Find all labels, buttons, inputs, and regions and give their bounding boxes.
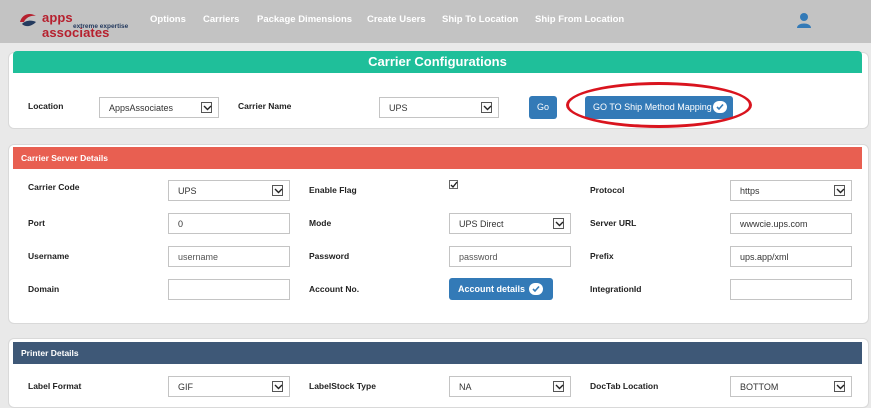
top-navbar: apps associates extreme expertise Option…	[0, 0, 871, 43]
label-format-value: GIF	[178, 382, 193, 392]
chevron-down-icon	[272, 381, 283, 392]
enable-flag-label: Enable Flag	[309, 185, 357, 195]
protocol-value: https	[740, 186, 760, 196]
nav-ship-to-location[interactable]: Ship To Location	[442, 14, 518, 25]
go-button[interactable]: Go	[529, 96, 557, 119]
password-placeholder: password	[459, 252, 498, 262]
printer-details-title: Printer Details	[21, 348, 79, 358]
chevron-down-icon	[481, 102, 492, 113]
carrier-config-panel: Carrier Configurations Location AppsAsso…	[8, 51, 869, 129]
mode-label: Mode	[309, 218, 332, 228]
location-select[interactable]: AppsAssociates	[99, 97, 219, 118]
nav-carriers[interactable]: Carriers	[203, 14, 239, 25]
labelstock-type-select[interactable]: NA	[449, 376, 571, 397]
highlight-ellipse	[566, 82, 752, 128]
port-input[interactable]: 0	[168, 213, 290, 234]
carrier-server-panel: Carrier Server Details Carrier Code UPS …	[8, 144, 869, 324]
printer-details-panel: Printer Details Label Format GIF LabelSt…	[8, 338, 869, 408]
chevron-down-icon	[834, 381, 845, 392]
mode-value: UPS Direct	[459, 219, 504, 229]
doctab-location-select[interactable]: BOTTOM	[730, 376, 852, 397]
integration-id-label: IntegrationId	[590, 284, 642, 294]
account-details-button[interactable]: Account details	[449, 278, 553, 300]
server-url-label: Server URL	[590, 218, 637, 228]
enable-flag-checkbox[interactable]	[449, 180, 458, 189]
check-icon	[529, 283, 543, 295]
port-label: Port	[28, 218, 45, 228]
domain-input[interactable]	[168, 279, 290, 300]
chevron-down-icon	[201, 102, 212, 113]
prefix-label: Prefix	[590, 251, 614, 261]
domain-label: Domain	[28, 284, 60, 294]
chevron-down-icon	[834, 185, 845, 196]
username-input[interactable]: username	[168, 246, 290, 267]
carrier-name-label: Carrier Name	[238, 101, 292, 111]
logo-mark-icon	[20, 14, 36, 27]
mode-select[interactable]: UPS Direct	[449, 213, 571, 234]
port-value: 0	[178, 219, 184, 229]
carrier-name-select[interactable]: UPS	[379, 97, 499, 118]
username-placeholder: username	[178, 252, 219, 262]
username-label: Username	[28, 251, 70, 261]
carrier-code-label: Carrier Code	[28, 182, 80, 192]
location-label: Location	[28, 101, 64, 111]
doctab-location-value: BOTTOM	[740, 382, 779, 392]
account-no-label: Account No.	[309, 284, 360, 294]
nav-options[interactable]: Options	[150, 14, 186, 25]
carrier-server-title: Carrier Server Details	[21, 153, 108, 163]
label-format-label: Label Format	[28, 381, 82, 391]
nav-create-users[interactable]: Create Users	[367, 14, 426, 25]
brand-logo[interactable]: apps associates extreme expertise	[18, 10, 138, 40]
server-url-input[interactable]: wwwcie.ups.com	[730, 213, 852, 234]
doctab-location-label: DocTab Location	[590, 381, 659, 391]
chevron-down-icon	[553, 381, 564, 392]
label-format-select[interactable]: GIF	[168, 376, 290, 397]
carrier-code-value: UPS	[178, 186, 197, 196]
chevron-down-icon	[272, 185, 283, 196]
chevron-down-icon	[553, 218, 564, 229]
account-details-label: Account details	[458, 284, 526, 294]
brand-tagline: extreme expertise	[73, 23, 129, 30]
location-value: AppsAssociates	[109, 103, 174, 113]
labelstock-type-value: NA	[459, 382, 472, 392]
password-input[interactable]: password	[449, 246, 571, 267]
prefix-value: ups.app/xml	[740, 252, 789, 262]
protocol-select[interactable]: https	[730, 180, 852, 201]
carrier-server-header: Carrier Server Details	[13, 147, 862, 169]
user-icon[interactable]	[797, 12, 811, 28]
printer-details-header: Printer Details	[13, 342, 862, 364]
carrier-config-title: Carrier Configurations	[368, 54, 507, 69]
password-label: Password	[309, 251, 350, 261]
protocol-label: Protocol	[590, 185, 625, 195]
labelstock-type-label: LabelStock Type	[309, 381, 376, 391]
checkmark-icon	[450, 181, 458, 189]
prefix-input[interactable]: ups.app/xml	[730, 246, 852, 267]
carrier-name-value: UPS	[389, 103, 408, 113]
server-url-value: wwwcie.ups.com	[740, 219, 808, 229]
integration-id-input[interactable]	[730, 279, 852, 300]
carrier-code-select[interactable]: UPS	[168, 180, 290, 201]
nav-ship-from-location[interactable]: Ship From Location	[535, 14, 624, 25]
carrier-config-header: Carrier Configurations	[13, 51, 862, 73]
nav-package-dimensions[interactable]: Package Dimensions	[257, 14, 352, 25]
